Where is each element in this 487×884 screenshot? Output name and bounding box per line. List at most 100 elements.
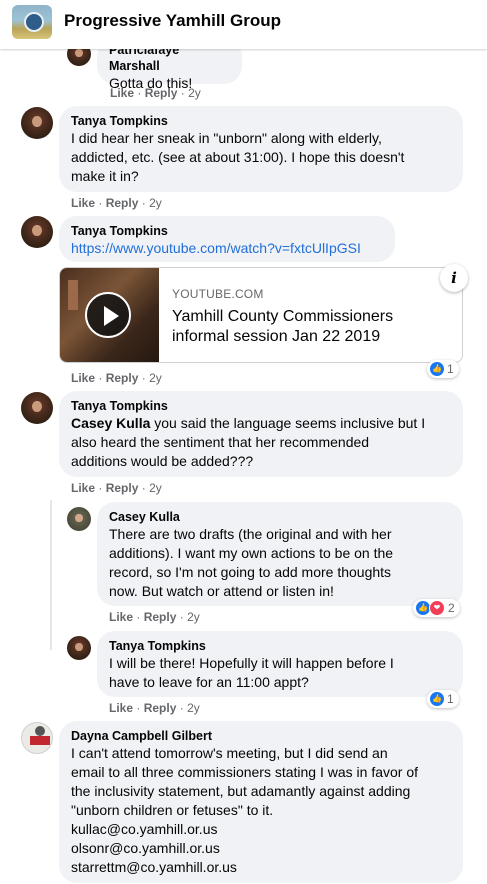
like-button[interactable]: Like — [71, 481, 95, 495]
play-icon[interactable] — [85, 292, 131, 338]
avatar-face — [75, 642, 83, 651]
comment-text-line: I will be there! Hopefully it will happe… — [109, 655, 394, 671]
comment-author[interactable]: Tanya Tompkins — [109, 638, 451, 654]
reply-button[interactable]: Reply — [106, 196, 139, 210]
avatar-face — [32, 115, 42, 127]
comment-text-line: There are two drafts (the original and w… — [109, 526, 392, 542]
comment-text-line: Casey Kulla you said the language seems … — [71, 414, 451, 433]
separator: · — [98, 371, 103, 385]
love-reaction-icon: ❤ — [429, 600, 445, 616]
separator: · — [137, 86, 142, 100]
comment-text-line: record, so I'm not going to add more tho… — [109, 564, 392, 580]
comment-age[interactable]: 2y — [188, 86, 201, 100]
like-button[interactable]: Like — [109, 701, 133, 715]
separator: · — [180, 86, 185, 100]
separator: · — [98, 196, 103, 210]
group-title[interactable]: Progressive Yamhill Group — [64, 11, 281, 31]
play-triangle — [104, 306, 119, 326]
separator: · — [136, 701, 141, 715]
comment-text-line: "unborn children or fetuses" to it. — [71, 802, 274, 818]
reaction-count: 1 — [447, 692, 454, 706]
reply-button[interactable]: Reply — [144, 701, 177, 715]
comment-author[interactable]: Tanya Tompkins — [71, 223, 383, 239]
info-icon[interactable]: i — [440, 264, 468, 292]
reaction-count-badge[interactable]: 👍 1 — [427, 360, 459, 378]
reaction-count: 1 — [447, 362, 454, 376]
separator: · — [136, 610, 141, 624]
avatar-face — [32, 224, 42, 236]
reply-button[interactable]: Reply — [106, 371, 139, 385]
youtube-link[interactable]: https://www.youtube.com/watch?v=fxtcUlIp… — [71, 239, 383, 258]
comment-age[interactable]: 2y — [187, 701, 200, 715]
separator: · — [141, 371, 146, 385]
avatar[interactable] — [67, 636, 91, 660]
group-header: Progressive Yamhill Group — [0, 0, 487, 49]
separator: · — [141, 196, 146, 210]
like-button[interactable]: Like — [110, 86, 134, 100]
like-reaction-icon: 👍 — [430, 692, 444, 706]
link-title-line: informal session Jan 22 2019 — [172, 328, 381, 345]
separator: · — [179, 610, 184, 624]
avatar[interactable] — [21, 392, 53, 424]
link-preview-card[interactable]: YOUTUBE.COM Yamhill County Commissioners… — [59, 267, 463, 363]
avatar-figure — [35, 726, 45, 736]
comment-text-line: also heard the sentiment that her recomm… — [71, 434, 370, 450]
reply-button[interactable]: Reply — [145, 86, 178, 100]
reaction-count-badge[interactable]: 👍 1 — [427, 690, 459, 708]
comment-actions: Like · Reply · 2y — [109, 610, 200, 624]
comment-bubble: Tanya Tompkins I will be there! Hopefull… — [97, 631, 463, 697]
avatar[interactable] — [21, 722, 53, 754]
comment-age[interactable]: 2y — [187, 610, 200, 624]
separator: · — [179, 701, 184, 715]
avatar-face — [32, 400, 42, 412]
link-title-line: Yamhill County Commissioners — [172, 308, 394, 325]
comment-age[interactable]: 2y — [149, 481, 162, 495]
email-address: olsonr@co.yamhill.or.us — [71, 840, 220, 856]
reply-button[interactable]: Reply — [144, 610, 177, 624]
avatar[interactable] — [21, 216, 53, 248]
comment-actions: Like · Reply · 2y — [71, 196, 162, 210]
comment-author[interactable]: Dayna Campbell Gilbert — [71, 728, 451, 744]
video-thumbnail[interactable] — [60, 268, 159, 362]
link-title[interactable]: Yamhill County Commissioners informal se… — [172, 307, 412, 347]
comment-bubble: Tanya Tompkins I did hear her sneak in "… — [59, 106, 463, 192]
like-reaction-icon: 👍 — [416, 601, 430, 615]
comment-age[interactable]: 2y — [149, 196, 162, 210]
comment-text: you said the language seems inclusive bu… — [150, 415, 426, 431]
like-button[interactable]: Like — [109, 610, 133, 624]
avatar[interactable] — [67, 507, 91, 531]
mention-link[interactable]: Casey Kulla — [71, 415, 150, 431]
link-domain: YOUTUBE.COM — [172, 287, 264, 301]
comment-text-line: have to leave for an 11:00 appt? — [109, 674, 309, 690]
comment-text-line: I did hear her sneak in "unborn" along w… — [71, 130, 382, 146]
separator: · — [98, 481, 103, 495]
avatar[interactable] — [21, 107, 53, 139]
comment-text-line: additions). I want my own actions to be … — [109, 545, 394, 561]
comment-author[interactable]: Casey Kulla — [109, 509, 451, 525]
comment-text-line: additions would be added??? — [71, 453, 254, 469]
reaction-count-badge[interactable]: 👍 ❤ 2 — [413, 599, 460, 617]
group-avatar[interactable] — [12, 5, 52, 39]
reply-thread-line — [50, 500, 52, 650]
comment-text-line: now. But watch or attend or listen in! — [109, 583, 334, 599]
comment-bubble: Casey Kulla There are two drafts (the or… — [97, 502, 463, 606]
reaction-count: 2 — [448, 601, 455, 615]
like-button[interactable]: Like — [71, 371, 95, 385]
group-logo-icon — [24, 12, 44, 32]
email-address: starrettm@co.yamhill.or.us — [71, 859, 237, 875]
comment-bubble: Tanya Tompkins Casey Kulla you said the … — [59, 391, 463, 477]
like-reaction-icon: 👍 — [430, 362, 444, 376]
avatar-face — [75, 513, 83, 522]
comment-author[interactable]: Tanya Tompkins — [71, 398, 451, 414]
comment-author[interactable]: Tanya Tompkins — [71, 113, 451, 129]
separator: · — [141, 481, 146, 495]
email-address: kullac@co.yamhill.or.us — [71, 821, 218, 837]
reply-button[interactable]: Reply — [106, 481, 139, 495]
comment-text-line: make it in? — [71, 168, 139, 184]
comment-age[interactable]: 2y — [149, 371, 162, 385]
avatar-sign — [30, 736, 50, 745]
like-button[interactable]: Like — [71, 196, 95, 210]
thumbnail-flag — [68, 280, 78, 310]
comment-actions: Like · Reply · 2y — [110, 86, 201, 100]
comment-text-line: addicted, etc. (see at about 31:00). I h… — [71, 149, 405, 165]
